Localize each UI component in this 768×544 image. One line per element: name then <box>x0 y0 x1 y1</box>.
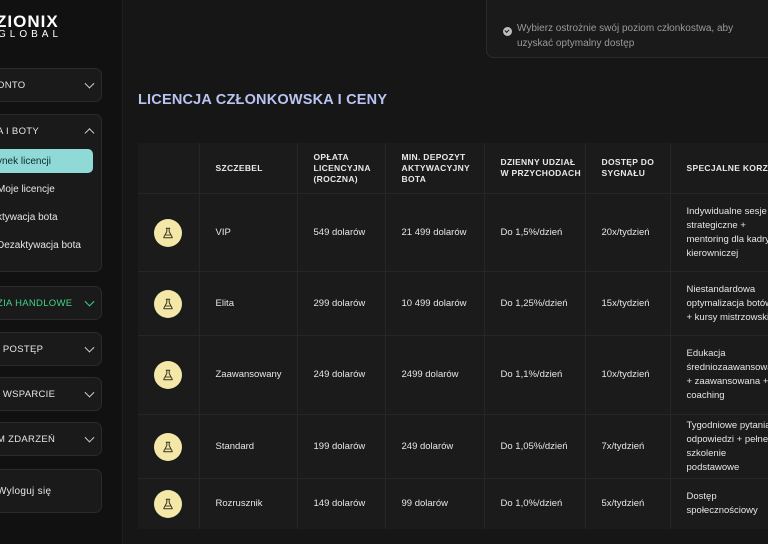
chevron-down-icon <box>84 342 95 353</box>
min-deposit: 10 499 dolarów <box>385 271 485 336</box>
table-row: Zaawansowany 249 dolarów 2499 dolarów Do 1,… <box>138 335 768 415</box>
tier-badge <box>154 218 182 247</box>
sidebar: ZIONIX GLOBAL ONTO A I BOTY ynek licencj… <box>0 0 123 544</box>
sidebar-menu-label: A I BOTY <box>0 125 39 137</box>
brand-subtitle: GLOBAL <box>0 29 63 40</box>
sidebar-menu-row[interactable]: ZIA HANDLOWE <box>0 287 101 319</box>
logout-button[interactable]: Wyloguj się <box>0 469 102 513</box>
pricing-table: SZCZEBEL OPŁATA LICENCYJNA (ROCZNA) MIN.… <box>138 143 768 529</box>
notice-text: Wybierz ostrożnie swój poziom członkostw… <box>517 23 734 49</box>
sidebar-item-rynek-licencji[interactable]: ynek licencji <box>0 149 93 173</box>
header-icon <box>138 143 200 194</box>
daily-share: Do 1,25%/dzień <box>484 271 586 336</box>
license-fee: 249 dolarów <box>297 335 386 415</box>
sidebar-menu-narzedzia-handlowe[interactable]: ZIA HANDLOWE <box>0 286 102 320</box>
sidebar-item-aktywacja-bota[interactable]: ktywacja bota <box>0 203 101 231</box>
sidebar-menu-row[interactable]: ONTO <box>0 69 101 101</box>
flask-icon <box>162 441 174 453</box>
tier-icon-cell <box>138 478 200 529</box>
tier-badge <box>154 361 182 389</box>
min-deposit: 21 499 dolarów <box>385 193 485 272</box>
check-circle-icon <box>503 27 512 36</box>
special-benefits: Edukacja średniozaawansowana + zaawansow… <box>670 335 768 415</box>
sidebar-menu-row[interactable]: I POSTĘP <box>0 333 101 365</box>
flask-icon <box>162 227 174 239</box>
sidebar-item-moje-licencje[interactable]: Moje licencje <box>0 175 101 203</box>
table-row: Elita 299 dolarów 10 499 dolarów Do 1,25%/d… <box>138 271 768 336</box>
signal-access: 7x/tydzień <box>585 414 671 479</box>
flask-icon <box>162 498 174 510</box>
daily-share: Do 1,1%/dzień <box>484 335 586 415</box>
tier-icon-cell <box>138 335 200 415</box>
table-row: VIP 549 dolarów 21 499 dolarów Do 1,5%/dzie… <box>138 193 768 272</box>
min-deposit: 2499 dolarów <box>385 335 485 415</box>
header-tier: SZCZEBEL <box>199 143 298 194</box>
table-row: Standard 199 dolarów 249 dolarów Do 1,05%/d… <box>138 414 768 479</box>
tier-icon-cell <box>138 414 200 479</box>
min-deposit: 99 dolarów <box>385 478 485 529</box>
tier-name: Zaawansowany <box>199 335 298 415</box>
tier-name: Elita <box>199 271 298 336</box>
tier-badge <box>154 289 182 318</box>
sidebar-menu-label: I POSTĘP <box>0 343 44 355</box>
header-share: DZIENNY UDZIAŁ W PRZYCHODACH <box>484 143 586 194</box>
header-benefits: SPECJALNE KORZYŚCI <box>686 162 768 173</box>
chevron-up-icon <box>84 128 95 139</box>
license-fee: 199 dolarów <box>297 414 386 479</box>
logout-label: Wyloguj się <box>0 485 52 497</box>
sidebar-item-dezaktywacja-bota[interactable]: Dezaktywacja bota <box>0 231 101 259</box>
sidebar-menu-postep[interactable]: I POSTĘP <box>0 332 102 366</box>
chevron-down-icon <box>84 78 95 89</box>
header-fee: OPŁATA LICENCYJNA (ROCZNA) <box>297 143 386 194</box>
tier-badge <box>154 489 182 518</box>
sidebar-menu-boty[interactable]: A I BOTY ynek licencji Moje licencje kty… <box>0 114 102 272</box>
table-row: Rozrusznik 149 dolarów 99 dolarów Do 1,0%/d… <box>138 478 768 529</box>
daily-share: Do 1,0%/dzień <box>484 478 586 529</box>
sidebar-menu-label: ZIA HANDLOWE <box>0 297 73 309</box>
flask-icon <box>162 369 174 381</box>
tier-icon-cell <box>138 271 200 336</box>
daily-share: Do 1,5%/dzień <box>484 193 586 272</box>
logout-row[interactable]: Wyloguj się <box>0 470 101 512</box>
sidebar-menu-row[interactable]: I WSPARCIE <box>0 378 101 410</box>
license-fee: 149 dolarów <box>297 478 386 529</box>
chevron-down-icon <box>84 296 95 307</box>
sidebar-menu-konto[interactable]: ONTO <box>0 68 102 102</box>
sidebar-menu-row[interactable]: A I BOTY <box>0 115 101 147</box>
flask-icon <box>162 298 174 310</box>
signal-access: 20x/tydzień <box>585 193 671 272</box>
header-signal: DOSTĘP DO SYGNAŁU <box>585 143 671 194</box>
tier-icon-cell <box>138 193 200 272</box>
special-benefits: Tygodniowe pytania i odpowiedzi + pełne … <box>670 414 768 479</box>
sidebar-menu-row[interactable]: M ZDARZEŃ <box>0 423 101 455</box>
tier-name: Rozrusznik <box>199 478 298 529</box>
sidebar-menu-zdarzen[interactable]: M ZDARZEŃ <box>0 422 102 456</box>
signal-access: 15x/tydzień <box>585 271 671 336</box>
license-fee: 299 dolarów <box>297 271 386 336</box>
min-deposit: 249 dolarów <box>385 414 485 479</box>
tier-name: VIP <box>199 193 298 272</box>
table-header-row: SZCZEBEL OPŁATA LICENCYJNA (ROCZNA) MIN.… <box>138 143 768 194</box>
license-fee: 549 dolarów <box>297 193 386 272</box>
special-benefits: Indywidualne sesje strategiczne + mentor… <box>670 193 768 272</box>
notice-panel: Wybierz ostrożnie swój poziom członkostw… <box>486 0 768 58</box>
signal-access: 10x/tydzień <box>585 335 671 415</box>
special-benefits: Niestandardowa optymalizacja botów + kur… <box>670 271 768 336</box>
tier-badge <box>154 432 182 461</box>
signal-access: 5x/tydzień <box>585 478 671 529</box>
daily-share: Do 1,05%/dzień <box>484 414 586 479</box>
special-benefits: Dostęp społecznościowy <box>670 478 768 529</box>
header-deposit: MIN. DEPOZYT AKTYWACYJNY BOTA <box>385 143 485 194</box>
page-title: LICENCJA CZŁONKOWSKA I CENY <box>138 92 388 108</box>
chevron-down-icon <box>84 432 95 443</box>
sidebar-menu-label: M ZDARZEŃ <box>0 433 56 445</box>
tier-name: Standard <box>199 414 298 479</box>
sidebar-menu-label: I WSPARCIE <box>0 388 56 400</box>
chevron-down-icon <box>84 387 95 398</box>
sidebar-menu-label: ONTO <box>0 79 26 91</box>
sidebar-menu-wsparcie[interactable]: I WSPARCIE <box>0 377 102 411</box>
